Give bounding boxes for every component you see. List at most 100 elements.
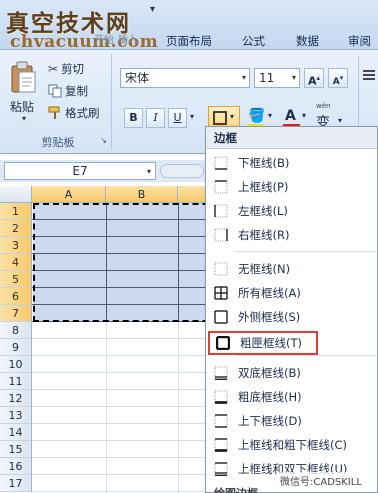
menu-item-top-thick-bottom-border[interactable]: 上框线和粗下框线(C) [208, 433, 377, 457]
top-border-icon [214, 180, 228, 194]
underline-dropdown-icon[interactable]: ▾ [190, 112, 194, 121]
menu-title: 边框 [206, 127, 377, 149]
row-header[interactable]: 7 [0, 305, 32, 322]
font-color-button[interactable]: A ▾ [282, 108, 312, 128]
format-painter-label: 格式刷 [65, 106, 100, 120]
select-all-corner[interactable] [0, 186, 32, 203]
paste-dropdown-icon[interactable]: ▾ [22, 114, 26, 123]
row-header[interactable]: 6 [0, 288, 32, 305]
chevron-down-icon: ▾ [230, 112, 235, 121]
grow-font-button[interactable]: A▴ [304, 68, 324, 88]
row-header[interactable]: 8 [0, 322, 32, 339]
name-box[interactable]: E7 ▾ [4, 162, 156, 180]
row-header[interactable]: 2 [0, 220, 32, 237]
menu-item-no-border[interactable]: 无框线(N) [208, 257, 377, 281]
menu-item-label: 下框线(B) [238, 156, 290, 170]
menu-item-label: 上框线(P) [238, 180, 289, 194]
row-header[interactable]: 1 [0, 203, 32, 220]
row-header[interactable]: 10 [0, 356, 32, 373]
menu-item-label: 所有框线(A) [238, 286, 301, 300]
menu-item-thick-box-border[interactable]: 粗匣框线(T) [208, 331, 318, 355]
font-name-select[interactable]: 宋体 ▾ [120, 68, 250, 88]
tab-data[interactable]: 数据 [296, 32, 319, 50]
grow-font-glyph: A [307, 74, 317, 88]
row-header[interactable]: 11 [0, 373, 32, 390]
chevron-down-icon: ▾ [302, 111, 307, 120]
scissors-icon: ✂ [48, 62, 59, 76]
no-border-icon [214, 262, 228, 276]
menu-item-label: 无框线(N) [238, 262, 291, 276]
row-header[interactable]: 12 [0, 390, 32, 407]
menu-item-thick-bottom-border[interactable]: 粗底框线(H) [208, 385, 377, 409]
column-header-b[interactable]: B [106, 186, 178, 203]
shrink-font-glyph: A [332, 77, 340, 87]
menu-item-label: 右框线(R) [238, 228, 290, 242]
row-header[interactable]: 15 [0, 441, 32, 458]
row-header[interactable]: 5 [0, 271, 32, 288]
tab-formulas[interactable]: 公式 [242, 32, 265, 50]
chevron-down-icon: ▾ [241, 73, 246, 82]
row-header[interactable]: 17 [0, 475, 32, 492]
tab-insert[interactable]: 插入 [118, 32, 138, 50]
copy-button[interactable]: 复制 [48, 82, 88, 100]
italic-button[interactable]: I [146, 108, 165, 128]
thick-box-border-icon [216, 336, 230, 350]
menu-item-label: 上框线和粗下框线(C) [238, 438, 348, 452]
cut-button[interactable]: ✂ 剪切 [48, 60, 84, 78]
formula-bar-splitter[interactable] [160, 164, 204, 178]
format-painter-button[interactable]: 格式刷 [48, 104, 100, 122]
row-header[interactable]: 3 [0, 237, 32, 254]
row-header[interactable]: 9 [0, 339, 32, 356]
menu-item-outside-borders[interactable]: 外侧框线(S) [208, 305, 377, 329]
column-header-c[interactable] [178, 186, 206, 203]
bottom-border-icon [214, 156, 228, 170]
fill-color-button[interactable]: 🪣 ▾ [246, 108, 278, 128]
format-painter-icon [48, 106, 60, 119]
menu-separator [236, 355, 376, 356]
menu-item-label: 左框线(L) [238, 204, 288, 218]
shrink-font-button[interactable]: A▾ [328, 68, 348, 88]
font-size-select[interactable]: 11 ▾ [254, 68, 300, 88]
bold-button[interactable]: B [124, 108, 143, 128]
menu-item-label: 粗匣框线(T) [240, 336, 302, 350]
underline-button[interactable]: U [168, 108, 187, 128]
copy-icon [48, 84, 62, 98]
left-border-icon [214, 204, 228, 218]
menu-item-top-bottom-border[interactable]: 上下框线(D) [208, 409, 377, 433]
paste-button-label[interactable]: 粘贴 [10, 98, 34, 115]
clipboard-group-label: 剪贴板 [41, 136, 75, 149]
font-size-value: 11 [259, 71, 275, 85]
row-header[interactable]: 16 [0, 458, 32, 475]
chevron-down-icon: ▾ [268, 111, 273, 120]
row-header[interactable]: 13 [0, 407, 32, 424]
chevron-down-icon: ▾ [291, 73, 296, 82]
draw-borders-heading: 绘图边框 [214, 485, 258, 493]
wechat-watermark: 微信号:CADSKILL [278, 472, 364, 489]
column-header-a[interactable]: A [32, 186, 106, 203]
menu-item-top-border[interactable]: 上框线(P) [208, 175, 377, 199]
menu-item-label: 外侧框线(S) [238, 310, 301, 324]
paste-icon[interactable] [10, 60, 38, 94]
font-name-value: 宋体 [125, 71, 150, 85]
chevron-down-icon: ▾ [338, 116, 343, 125]
quick-access-dropdown-icon[interactable]: ▾ [150, 4, 155, 15]
row-header[interactable]: 14 [0, 424, 32, 441]
row-header[interactable]: 4 [0, 254, 32, 271]
cut-label: 剪切 [61, 62, 85, 76]
tab-page-layout[interactable]: 页面布局 [166, 32, 212, 50]
menu-item-all-borders[interactable]: 所有框线(A) [208, 281, 377, 305]
menu-item-double-bottom-border[interactable]: 双底框线(B) [208, 361, 377, 385]
menu-item-label: 上下框线(D) [238, 414, 302, 428]
double-bottom-border-icon [214, 366, 228, 380]
thick-bottom-border-icon [214, 390, 228, 404]
menu-item-bottom-border[interactable]: 下框线(B) [208, 151, 377, 175]
menu-item-left-border[interactable]: 左框线(L) [208, 199, 377, 223]
menu-item-label: 粗底框线(H) [238, 390, 302, 404]
menu-item-label: 双底框线(B) [238, 366, 301, 380]
menu-item-right-border[interactable]: 右框线(R) [208, 223, 377, 247]
tab-home[interactable]: 开始 [94, 32, 114, 50]
clipboard-launcher-icon[interactable]: ↘ [100, 136, 107, 145]
wen-icon: wén [316, 102, 331, 110]
outside-borders-icon [214, 310, 228, 324]
tab-review[interactable]: 审阅 [348, 32, 371, 50]
